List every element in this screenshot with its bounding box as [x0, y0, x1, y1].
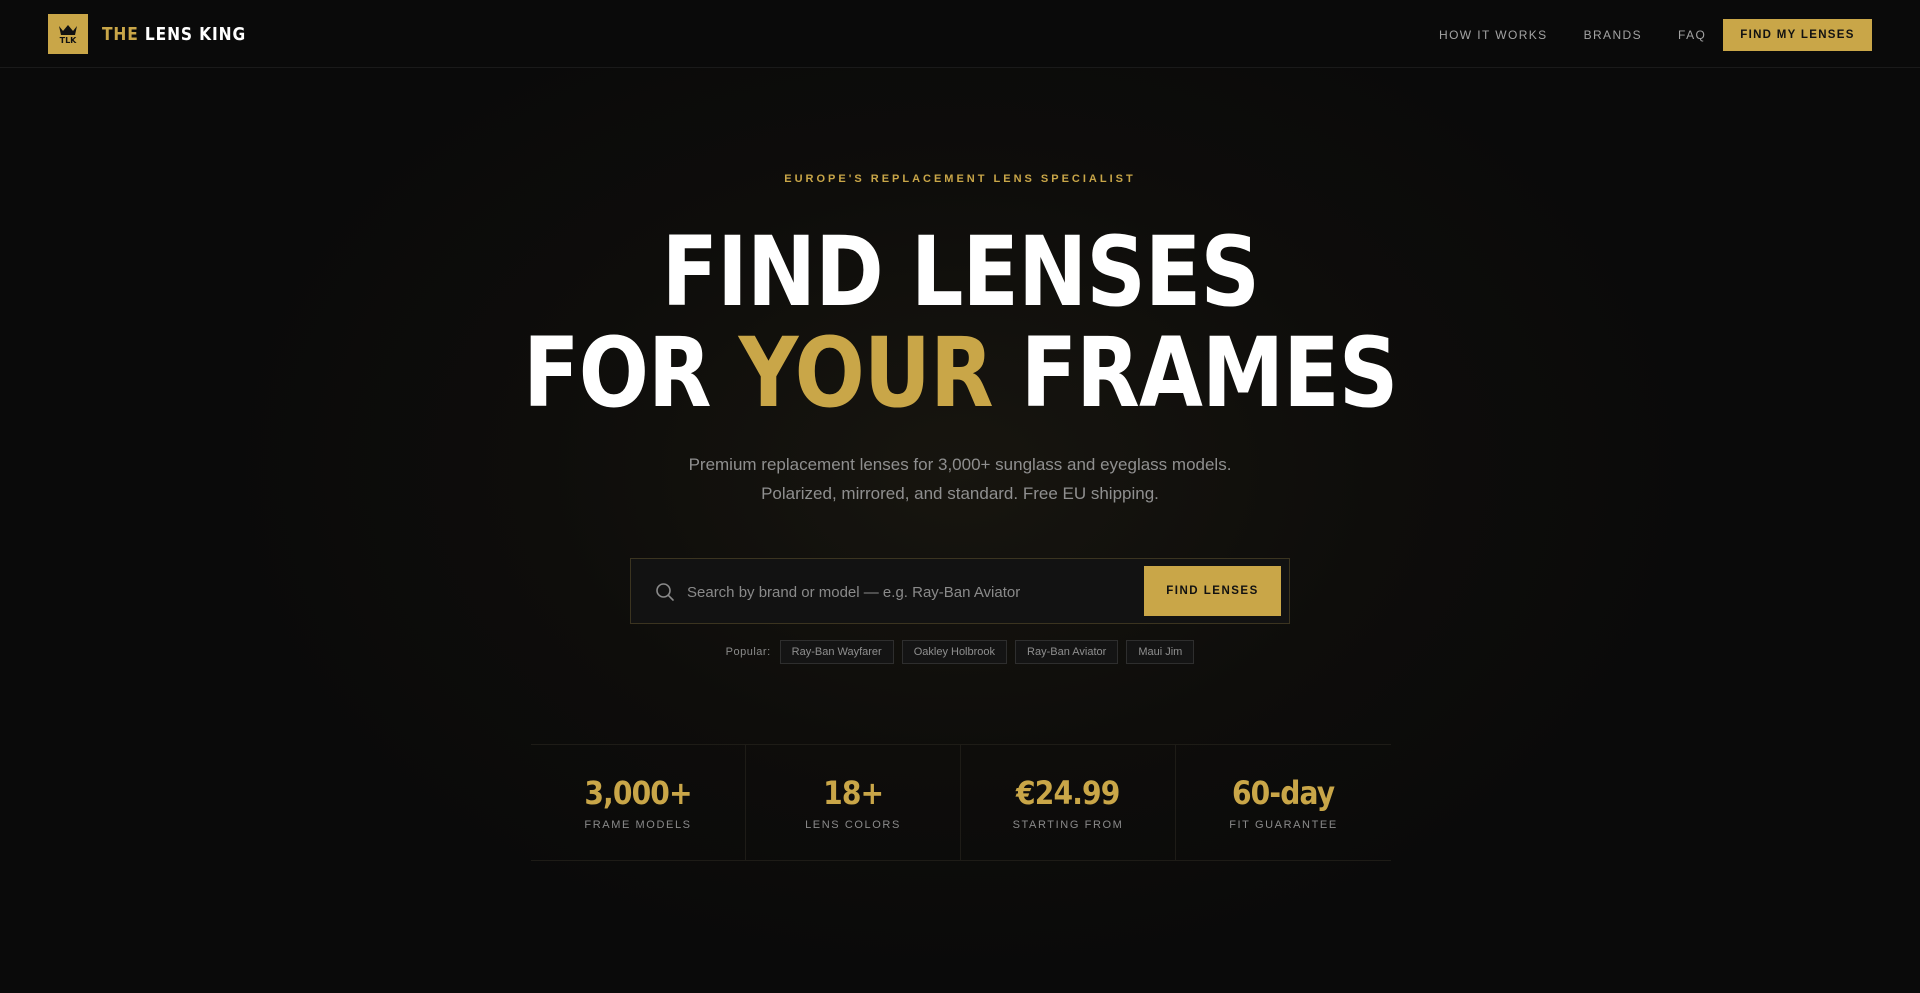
stat-label: FIT GUARANTEE: [1229, 818, 1338, 831]
stat-label: STARTING FROM: [1012, 818, 1124, 831]
popular-chip-ray-ban-aviator[interactable]: Ray-Ban Aviator: [1015, 640, 1119, 664]
nav-link-brands[interactable]: BRANDS: [1584, 28, 1642, 42]
stat-label: LENS COLORS: [805, 818, 901, 831]
stat-frame-models: 3,000+ FRAME MODELS: [531, 745, 746, 860]
stat-value: 18+: [822, 773, 884, 812]
hero-eyebrow: EUROPE'S REPLACEMENT LENS SPECIALIST: [784, 173, 1136, 185]
crown-icon: [59, 24, 77, 35]
hero-headline-line2: FOR YOUR FRAMES: [0, 323, 1920, 423]
stats-strip: 3,000+ FRAME MODELS 18+ LENS COLORS €24.…: [531, 744, 1391, 861]
nav-links: HOW IT WORKS BRANDS FAQ: [1439, 28, 1742, 42]
headline-line2-post: FRAMES: [992, 317, 1398, 429]
crown-logo-mark: TLK: [48, 14, 88, 54]
top-nav: TLK THE LENS KING HOW IT WORKS BRANDS FA…: [0, 0, 1920, 68]
hero-headline-line1: FIND LENSES: [0, 222, 1920, 322]
stat-value: 60-day: [1232, 773, 1335, 812]
brand-name-rest: LENS KING: [144, 23, 247, 45]
popular-chip-maui-jim[interactable]: Maui Jim: [1126, 640, 1195, 664]
headline-line2-text: FOR YOUR FRAMES: [523, 323, 1398, 423]
search-input[interactable]: [687, 577, 1127, 607]
stat-value: €24.99: [1016, 773, 1120, 812]
popular-searches: Popular: Ray-Ban Wayfarer Oakley Holbroo…: [0, 640, 1920, 664]
nav-link-how-it-works[interactable]: HOW IT WORKS: [1439, 28, 1548, 42]
search-icon: [656, 583, 674, 601]
stat-starting-from: €24.99 STARTING FROM: [961, 745, 1176, 860]
popular-chip-oakley-holbrook[interactable]: Oakley Holbrook: [901, 640, 1008, 664]
hero-subtitle: Premium replacement lenses for 3,000+ su…: [688, 455, 1232, 503]
stat-fit-guarantee: 60-day FIT GUARANTEE: [1176, 745, 1391, 860]
brand-logo[interactable]: TLK THE LENS KING: [48, 14, 269, 54]
headline-line1-text: FIND LENSES: [661, 216, 1259, 328]
search-bar: FIND LENSES: [630, 558, 1290, 624]
landing-page: TLK THE LENS KING HOW IT WORKS BRANDS FA…: [0, 0, 1920, 993]
brand-name-prefix: THE: [102, 23, 139, 45]
find-my-lenses-button[interactable]: FIND MY LENSES: [1723, 19, 1872, 51]
logo-mark-text: TLK: [59, 35, 77, 45]
popular-label: Popular:: [725, 646, 771, 658]
headline-line2-accent: YOUR: [738, 317, 993, 429]
nav-link-faq[interactable]: FAQ: [1678, 28, 1706, 42]
stat-label: FRAME MODELS: [584, 818, 692, 831]
popular-chip-ray-ban-wayfarer[interactable]: Ray-Ban Wayfarer: [779, 640, 894, 664]
find-lenses-button[interactable]: FIND LENSES: [1144, 566, 1281, 616]
brand-name: THE LENS KING: [102, 24, 246, 45]
headline-line2-pre: FOR: [522, 317, 739, 429]
stat-value: 3,000+: [584, 773, 692, 812]
stat-lens-colors: 18+ LENS COLORS: [746, 745, 961, 860]
